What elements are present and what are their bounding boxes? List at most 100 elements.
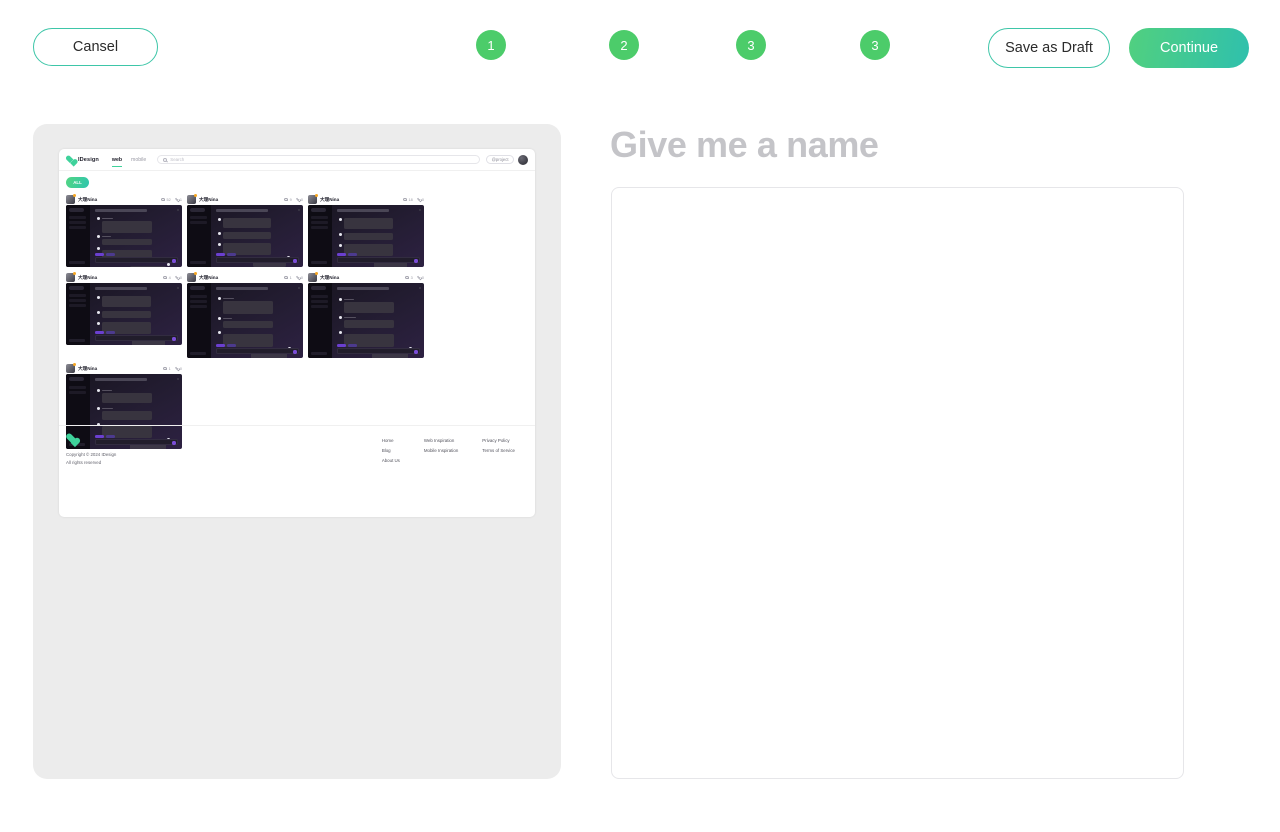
preview-card[interactable]: 大理Nina 1 0	[187, 272, 303, 358]
continue-button[interactable]: Continue	[1129, 28, 1249, 68]
preview-footer: Copyright © 2024 IDesign All rights rese…	[59, 425, 535, 517]
thumb-input-bar	[337, 348, 420, 354]
avatar	[66, 363, 76, 373]
thumb-sidebar-line	[69, 299, 86, 302]
thumb-input-bar	[216, 257, 299, 263]
cancel-button[interactable]: Cansel	[33, 28, 158, 66]
thumb-avatar-dot	[97, 247, 100, 250]
thumb-sidebar-line	[69, 304, 86, 307]
like-count: 0	[296, 198, 303, 202]
thumb-message	[223, 321, 273, 328]
thumb-message	[102, 411, 152, 420]
heart-logo-icon	[66, 434, 77, 444]
name-input-placeholder[interactable]: Give me a name	[610, 124, 879, 166]
preview-card[interactable]: 大理Nina 52 1	[66, 194, 182, 267]
preview-search-input[interactable]: Search	[157, 154, 481, 165]
footer-link-about-us[interactable]: About Us	[382, 458, 400, 463]
thumb-sidebar-line	[311, 221, 328, 224]
close-icon	[177, 208, 179, 211]
preview-card-stats: 4 0	[162, 276, 182, 280]
thumb-avatar-dot	[218, 331, 221, 334]
preview-card-username: 大理Nina	[78, 365, 98, 371]
preview-card[interactable]: 大理Nina 9 0	[187, 194, 303, 267]
preview-card[interactable]: 大理Nina 3 0	[308, 272, 424, 358]
thumb-sidebar-pill	[190, 208, 205, 212]
preview-nav-link-web[interactable]: web	[111, 157, 123, 167]
avatar[interactable]	[518, 154, 528, 165]
preview-project-button[interactable]: @project	[486, 154, 514, 165]
preview-footer-links: Home Blog About Us Web Inspiration Mobil…	[382, 438, 515, 463]
footer-link-mobile-inspiration[interactable]: Mobile Inspiration	[424, 448, 458, 453]
thumb-avatar-dot	[339, 316, 342, 319]
close-icon	[419, 208, 421, 211]
thumb-chips	[95, 330, 115, 334]
thumb-title-bar	[95, 378, 147, 381]
preview-card[interactable]: 大理Nina 4 0	[66, 272, 182, 358]
thumb-chip	[337, 343, 346, 347]
preview-card[interactable]: 大理Nina 18 0	[308, 194, 424, 267]
thumb-avatar-dot	[218, 232, 221, 235]
thumb-message	[344, 302, 394, 313]
thumb-sidebar	[66, 205, 90, 267]
thumb-title-bar	[216, 209, 268, 212]
footer-link-terms-of-service[interactable]: Terms of Service	[482, 448, 515, 453]
preview-footer-column: Web Inspiration Mobile Inspiration	[424, 438, 458, 463]
thumb-sidebar-line	[69, 216, 86, 219]
step-indicator-2[interactable]: 2	[609, 30, 639, 60]
description-textarea[interactable]	[611, 187, 1184, 779]
footer-link-privacy-policy[interactable]: Privacy Policy	[482, 438, 515, 443]
thumb-chip	[337, 252, 346, 256]
thumb-avatar-dot	[339, 233, 342, 236]
thumb-avatar-dot	[339, 331, 342, 334]
step-indicator-4[interactable]: 3	[860, 30, 890, 60]
close-icon	[177, 286, 179, 289]
thumb-avatar-dot	[97, 235, 100, 238]
thumb-message	[102, 393, 152, 403]
thumb-sidebar	[187, 283, 211, 358]
save-as-draft-button[interactable]: Save as Draft	[988, 28, 1110, 68]
preview-card-username: 大理Nina	[199, 274, 219, 280]
thumb-sidebar-line	[190, 305, 207, 308]
thumb-msg-label	[102, 235, 111, 238]
preview-card-thumbnail	[66, 283, 182, 345]
preview-card-header: 大理Nina 1 0	[187, 272, 303, 283]
footer-link-home[interactable]: Home	[382, 438, 400, 443]
thumb-input-bar	[337, 257, 420, 263]
thumb-avatar-dot	[218, 317, 221, 320]
step-indicator-1[interactable]: 1	[476, 30, 506, 60]
thumb-title-bar	[216, 287, 268, 290]
eye-icon	[283, 276, 289, 280]
thumb-msg-label	[223, 317, 232, 320]
footer-link-web-inspiration[interactable]: Web Inspiration	[424, 438, 458, 443]
close-icon	[298, 208, 300, 211]
preview-panel: IDesign web mobile Search @project ALL 大…	[33, 124, 561, 779]
preview-footer-column: Privacy Policy Terms of Service	[482, 438, 515, 463]
filter-chip-all[interactable]: ALL	[66, 177, 89, 188]
avatar	[66, 272, 76, 282]
eye-icon	[402, 198, 408, 202]
eye-icon	[162, 367, 168, 371]
thumb-sidebar-pill	[190, 286, 205, 290]
thumb-message	[344, 218, 393, 229]
close-icon	[419, 286, 421, 289]
view-count-value: 52	[166, 197, 171, 202]
thumb-sidebar-line	[190, 295, 207, 298]
thumb-chips	[337, 252, 357, 256]
heart-icon	[175, 276, 179, 280]
thumb-chip	[216, 343, 225, 347]
preview-filter-row: ALL	[59, 171, 535, 191]
thumb-sidebar-line	[190, 221, 207, 224]
thumb-msg-label	[344, 298, 354, 301]
thumb-sidebar-line	[190, 216, 207, 219]
preview-nav-link-mobile[interactable]: mobile	[131, 157, 146, 163]
preview-card-grid: 大理Nina 52 1 大理Nina 9 0 大理Nina 18 0 大理Nin…	[59, 191, 535, 449]
thumb-chip	[106, 330, 115, 334]
thumb-sidebar-pill	[69, 377, 84, 381]
preview-card-username: 大理Nina	[320, 274, 340, 280]
step-indicator-3[interactable]: 3	[736, 30, 766, 60]
heart-icon	[175, 198, 179, 202]
preview-card-thumbnail	[187, 283, 303, 358]
site-preview-thumbnail[interactable]: IDesign web mobile Search @project ALL 大…	[59, 149, 535, 517]
thumb-sidebar-line	[69, 294, 86, 297]
footer-link-blog[interactable]: Blog	[382, 448, 400, 453]
